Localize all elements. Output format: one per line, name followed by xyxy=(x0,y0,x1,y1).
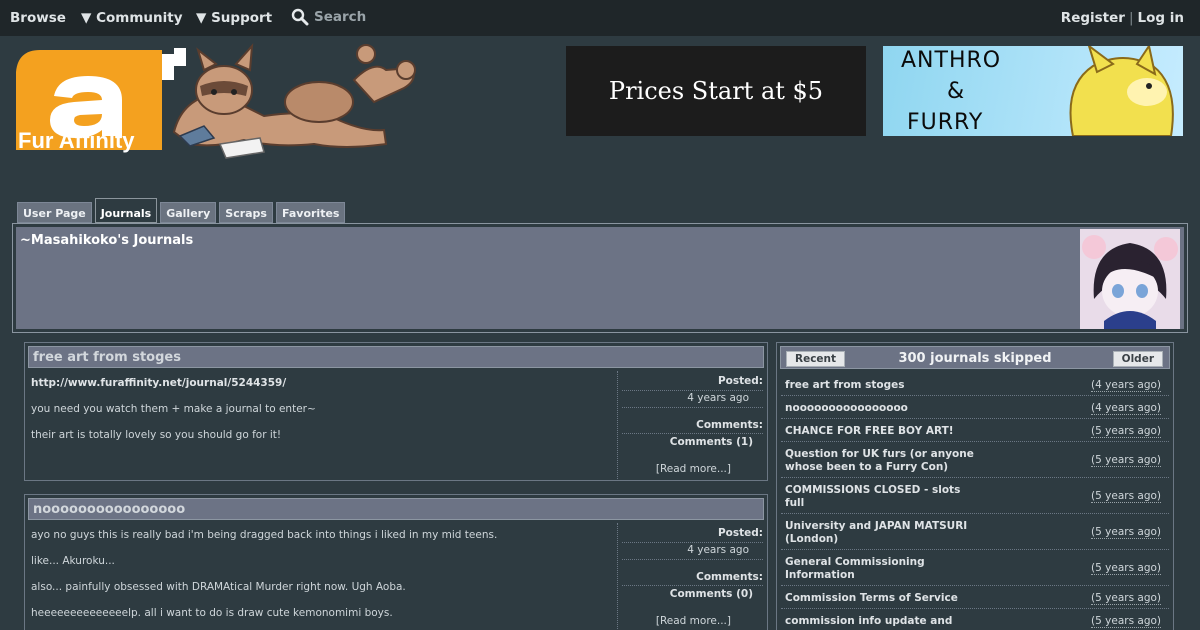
journal-body: http://www.furaffinity.net/journal/52443… xyxy=(25,371,767,481)
list-item-title[interactable]: free art from stoges xyxy=(785,379,975,392)
comments-link[interactable]: Comments (1) xyxy=(670,436,753,448)
tab-user-page[interactable]: User Page xyxy=(17,202,92,223)
nav-support-menu[interactable]: ▼ Support xyxy=(196,10,272,26)
avatar-illustration xyxy=(1080,229,1180,329)
ad-banner-line-1: ANTHRO xyxy=(901,48,1002,73)
list-item-date: (4 years ago) xyxy=(1091,379,1161,392)
list-divider xyxy=(781,477,1169,478)
search-icon xyxy=(291,8,309,26)
journal-line: ayo no guys this is really bad i'm being… xyxy=(31,529,498,541)
avatar[interactable] xyxy=(1080,229,1180,329)
journal-meta: Posted: 4 years ago Comments: Comments (… xyxy=(617,371,767,481)
list-divider xyxy=(781,418,1169,419)
ad-banner-line-2: & xyxy=(947,79,966,104)
meta-divider xyxy=(622,559,763,560)
logo-step-shape xyxy=(162,48,186,80)
list-divider xyxy=(781,395,1169,396)
register-link[interactable]: Register xyxy=(1061,10,1125,26)
list-item-title[interactable]: CHANCE FOR FREE BOY ART! xyxy=(785,425,975,438)
list-item-date: (5 years ago) xyxy=(1091,592,1161,605)
nav-account-links: Register | Log in xyxy=(1061,10,1184,26)
list-item-title[interactable]: Question for UK furs (or anyone whose be… xyxy=(785,448,975,474)
list-item-date: (5 years ago) xyxy=(1091,526,1161,539)
profile-header-inner: ~Masahikoko's Journals xyxy=(16,227,1184,329)
list-divider xyxy=(781,549,1169,550)
tab-gallery[interactable]: Gallery xyxy=(160,202,217,223)
read-more-link[interactable]: [Read more...] xyxy=(656,615,731,627)
meta-divider xyxy=(622,542,763,543)
list-item-date: (4 years ago) xyxy=(1091,402,1161,415)
list-divider xyxy=(781,608,1169,609)
journal-body: ayo no guys this is really bad i'm being… xyxy=(25,523,767,630)
posted-label: Posted: xyxy=(717,375,763,387)
list-divider xyxy=(781,513,1169,514)
list-item-date: (5 years ago) xyxy=(1091,615,1161,628)
login-link[interactable]: Log in xyxy=(1138,10,1184,26)
recent-button[interactable]: Recent xyxy=(786,351,846,367)
older-button[interactable]: Older xyxy=(1112,351,1163,367)
nav-separator: | xyxy=(1128,10,1134,26)
journal-line: heeeeeeeeeeeeeelp. all i want to do is d… xyxy=(31,607,393,619)
ad-banner-prices-text: Prices Start at $5 xyxy=(608,77,824,105)
journal-list-panel: 300 journals skipped Recent Older free a… xyxy=(776,342,1174,630)
page-title: ~Masahikoko's Journals xyxy=(20,233,194,248)
journal-title[interactable]: noooooooooooooooo xyxy=(28,498,764,520)
nav-browse-link[interactable]: Browse xyxy=(10,10,66,26)
list-item-date: (5 years ago) xyxy=(1091,562,1161,575)
list-item-title[interactable]: noooooooooooooooo xyxy=(785,402,975,415)
meta-divider xyxy=(622,390,763,391)
tab-journals[interactable]: Journals xyxy=(94,198,158,223)
journal-title[interactable]: free art from stoges xyxy=(28,346,764,368)
journal-text: ayo no guys this is really bad i'm being… xyxy=(31,529,611,630)
journal-line: you need you watch them + make a journal… xyxy=(31,403,316,415)
list-item-title[interactable]: commission info update and xyxy=(785,615,975,628)
list-divider xyxy=(781,441,1169,442)
list-item-title[interactable]: COMMISSIONS CLOSED - slots full xyxy=(785,484,975,510)
fur-affinity-logo[interactable]: Fur Affinity xyxy=(14,40,424,162)
nav-community-menu[interactable]: ▼ Community xyxy=(81,10,183,26)
journal-line: their art is totally lovely so you shoul… xyxy=(31,429,282,441)
nav-search-label: Search xyxy=(314,9,367,25)
list-item-date: (5 years ago) xyxy=(1091,425,1161,438)
list-item-title[interactable]: University and JAPAN MATSURI (London) xyxy=(785,520,975,546)
list-item-date: (5 years ago) xyxy=(1091,490,1161,503)
journal-line: also... painfully obsessed with DRAMAtic… xyxy=(31,581,406,593)
list-item-title[interactable]: Commission Terms of Service xyxy=(785,592,975,605)
ad-banner-line-3: FURRY xyxy=(907,110,984,135)
comments-link[interactable]: Comments (0) xyxy=(670,588,753,600)
meta-divider xyxy=(622,585,763,586)
meta-divider xyxy=(622,433,763,434)
nav-search-link[interactable]: Search xyxy=(291,8,366,26)
journal-line: like... Akuroku... xyxy=(31,555,115,567)
journal-entry: free art from stoges http://www.furaffin… xyxy=(24,342,768,481)
meta-divider xyxy=(622,407,763,408)
ad-banner-anthro-furry[interactable]: ANTHRO & FURRY xyxy=(883,46,1183,136)
logo-wordmark: Fur Affinity xyxy=(18,128,135,153)
journal-meta: Posted: 4 years ago Comments: Comments (… xyxy=(617,523,767,630)
list-item-title[interactable]: General Commissioning Information xyxy=(785,556,975,582)
journal-text: http://www.furaffinity.net/journal/52443… xyxy=(31,377,611,455)
comments-label: Comments: xyxy=(696,419,763,431)
read-more-link[interactable]: [Read more...] xyxy=(656,463,731,475)
profile-tabs: User Page Journals Gallery Scraps Favori… xyxy=(17,198,346,223)
logo-mascot-raccoon xyxy=(172,43,416,159)
tab-scraps[interactable]: Scraps xyxy=(219,202,273,223)
journal-link[interactable]: http://www.furaffinity.net/journal/52443… xyxy=(31,377,611,389)
profile-header: ~Masahikoko's Journals xyxy=(12,223,1188,333)
ad-banner-prices[interactable]: Prices Start at $5 xyxy=(566,46,866,136)
list-item-date: (5 years ago) xyxy=(1091,454,1161,467)
posted-date: 4 years ago xyxy=(687,544,749,556)
journal-list-header: 300 journals skipped Recent Older xyxy=(780,346,1170,369)
comments-label: Comments: xyxy=(696,571,763,583)
journal-entry: noooooooooooooooo ayo no guys this is re… xyxy=(24,494,768,630)
top-navigation-bar: Browse ▼ Community ▼ Support Search Regi… xyxy=(0,0,1200,36)
tab-favorites[interactable]: Favorites xyxy=(275,202,346,223)
list-divider xyxy=(781,585,1169,586)
ad-banner-character-illustration xyxy=(1069,46,1174,136)
posted-date: 4 years ago xyxy=(687,392,749,404)
posted-label: Posted: xyxy=(717,527,763,539)
